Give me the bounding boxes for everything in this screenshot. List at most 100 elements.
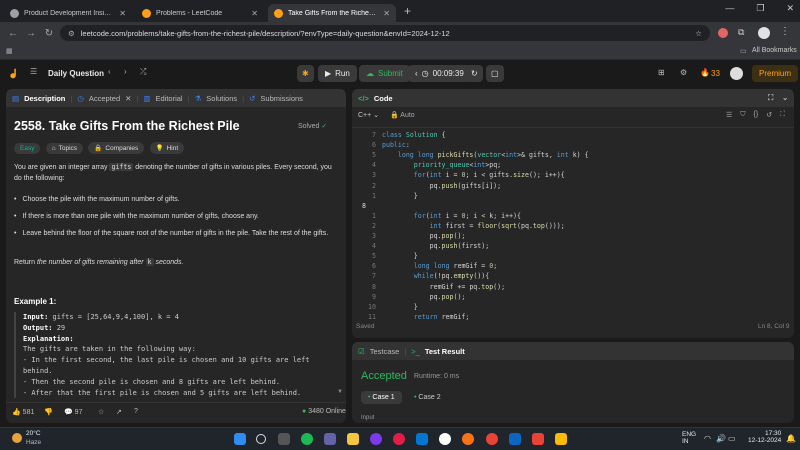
postman-icon[interactable] xyxy=(462,433,474,445)
browser-tab[interactable]: Product Development Insights ✕ xyxy=(4,4,132,22)
keep-icon[interactable] xyxy=(555,433,567,445)
description-tabs: ▤ Description | ◷ Accepted ✕ | ▥ Editorial | ⚗ S… xyxy=(6,89,346,107)
prev-problem-icon[interactable]: ‹ xyxy=(108,67,111,76)
forward-icon[interactable]: → xyxy=(22,28,40,39)
search-icon[interactable] xyxy=(256,434,266,444)
collapse-icon[interactable]: ⌄ xyxy=(782,93,788,102)
tab-solutions[interactable]: Solutions xyxy=(206,94,237,103)
tab-editorial[interactable]: Editorial xyxy=(155,94,182,103)
minimize-icon[interactable]: — xyxy=(725,3,734,14)
notes-icon[interactable]: ▢ xyxy=(486,65,504,82)
tab-submissions[interactable]: Submissions xyxy=(260,94,303,103)
gmail-icon[interactable] xyxy=(532,433,544,445)
bookmark-icon[interactable]: ⛉ xyxy=(740,111,745,119)
notifications-icon[interactable]: 🔔 xyxy=(786,434,796,443)
linkedin-icon[interactable] xyxy=(509,433,521,445)
wifi-icon[interactable]: ◠ xyxy=(704,434,711,443)
media-player-icon[interactable] xyxy=(393,433,405,445)
maximize-icon[interactable]: ❐ xyxy=(756,3,764,14)
list-icon[interactable]: ☰ xyxy=(30,67,37,76)
case-1-tab[interactable]: • Case 1 xyxy=(361,391,402,404)
debug-icon[interactable]: ✱ xyxy=(297,65,314,82)
new-tab-button[interactable]: + xyxy=(404,4,411,18)
premium-button[interactable]: Premium xyxy=(752,65,799,82)
spotify-icon[interactable] xyxy=(301,433,313,445)
maximize-panel-icon[interactable]: ⛶ xyxy=(768,93,773,103)
extensions-puzzle-icon[interactable]: ⧉ xyxy=(738,27,744,38)
apps-grid-icon[interactable]: ▦ xyxy=(6,47,13,55)
difficulty-chip[interactable]: Easy xyxy=(14,143,41,154)
case-2-tab[interactable]: • Case 2 xyxy=(414,394,441,401)
battery-icon[interactable]: ▭ xyxy=(728,434,736,443)
dislike-icon[interactable]: 👎 xyxy=(44,408,53,416)
settings-gear-icon[interactable]: ⚙ xyxy=(680,68,687,77)
reload-icon[interactable]: ↻ xyxy=(40,28,58,39)
reset-timer-icon[interactable]: ↻ xyxy=(466,65,483,82)
tab-testcase[interactable]: Testcase xyxy=(370,347,400,356)
comments-button[interactable]: 💬 97 xyxy=(64,408,82,416)
hint-chip[interactable]: 💡 Hint xyxy=(149,142,185,154)
url-input[interactable]: ⚙ leetcode.com/problems/take-gifts-from-t… xyxy=(60,25,710,41)
language-indicator[interactable]: ENG IN xyxy=(682,431,696,445)
scroll-down-icon[interactable]: ▼ xyxy=(337,389,343,395)
shuffle-icon[interactable]: ⤮ xyxy=(140,67,146,77)
task-view-icon[interactable] xyxy=(278,433,290,445)
favorite-star-icon[interactable]: ☆ xyxy=(98,408,104,416)
reset-icon[interactable]: ↺ xyxy=(766,111,772,119)
run-button[interactable]: ▶ Run xyxy=(318,65,357,82)
chrome-icon[interactable] xyxy=(486,433,498,445)
app-icon[interactable] xyxy=(439,433,451,445)
line-number: 8 xyxy=(372,282,376,291)
close-window-icon[interactable]: ✕ xyxy=(786,3,794,14)
bookmark-star-icon[interactable]: ☆ xyxy=(695,29,702,38)
browser-tab[interactable]: Problems - LeetCode ✕ xyxy=(136,4,264,22)
tab-description[interactable]: Description xyxy=(24,94,65,103)
language-select[interactable]: C++ ⌄ xyxy=(358,111,379,119)
fire-streak-icon[interactable]: 🔥 xyxy=(700,68,710,77)
description-footer: 👍 581 👎 💬 97 ☆ ↗ ? ● 3480 Online xyxy=(6,402,346,423)
leetcode-icon xyxy=(142,8,151,18)
weather-text: Haze xyxy=(26,439,42,446)
back-icon[interactable]: ← xyxy=(4,28,22,39)
windows-start-icon[interactable] xyxy=(234,433,246,445)
notes-icon[interactable]: ☰ xyxy=(726,111,732,119)
clock[interactable]: 17:30 12-12-2024 xyxy=(748,430,781,444)
close-icon[interactable]: ✕ xyxy=(125,94,131,103)
file-explorer-icon[interactable] xyxy=(347,433,359,445)
auto-mode[interactable]: 🔒 Auto xyxy=(390,111,415,119)
format-icon[interactable]: {} xyxy=(754,111,759,119)
close-icon[interactable]: ✕ xyxy=(383,9,390,18)
extension-icon[interactable] xyxy=(718,28,728,38)
menu-dots-icon[interactable]: ⋮ xyxy=(780,26,790,37)
profile-avatar[interactable] xyxy=(758,27,770,39)
temperature[interactable]: 20°C xyxy=(26,430,41,437)
volume-icon[interactable]: 🔊 xyxy=(716,434,726,443)
all-bookmarks-link[interactable]: All Bookmarks xyxy=(752,47,797,54)
like-button[interactable]: 👍 581 xyxy=(12,408,34,416)
help-icon[interactable]: ? xyxy=(134,408,138,415)
layout-icon[interactable]: ⊞ xyxy=(658,68,665,77)
tab-test-result[interactable]: Test Result xyxy=(425,347,465,356)
fullscreen-icon[interactable]: ⛶ xyxy=(780,111,785,119)
browser-tab-active[interactable]: Take Gifts From the Richest Pile ✕ xyxy=(268,4,396,22)
share-icon[interactable]: ↗ xyxy=(116,408,122,416)
close-icon[interactable]: ✕ xyxy=(119,9,126,18)
user-avatar[interactable] xyxy=(730,67,743,80)
daily-question-link[interactable]: Daily Question xyxy=(48,69,104,78)
companies-chip[interactable]: 🔒 Companies xyxy=(88,142,145,154)
submit-button[interactable]: ☁ Submit xyxy=(359,65,410,82)
code-editor[interactable]: 7 class Solution {6 public: 5 long long pic… xyxy=(352,127,794,323)
leetcode-logo-icon[interactable]: ᖱ xyxy=(10,67,16,82)
tab-accepted[interactable]: Accepted xyxy=(89,94,120,103)
topics-chip[interactable]: ⌂ Topics xyxy=(45,143,84,154)
lightbulb-icon: 💡 xyxy=(155,145,164,152)
github-desktop-icon[interactable] xyxy=(370,433,382,445)
timer[interactable]: ‹ ◷ 00:09:39 xyxy=(408,65,471,82)
close-icon[interactable]: ✕ xyxy=(251,9,258,18)
site-info-icon[interactable]: ⚙ xyxy=(68,29,75,38)
code-line: return remGif; xyxy=(413,312,470,321)
next-problem-icon[interactable]: › xyxy=(124,67,127,76)
line-number: 6 xyxy=(372,141,376,150)
teams-icon[interactable] xyxy=(324,433,336,445)
vscode-icon[interactable] xyxy=(416,433,428,445)
